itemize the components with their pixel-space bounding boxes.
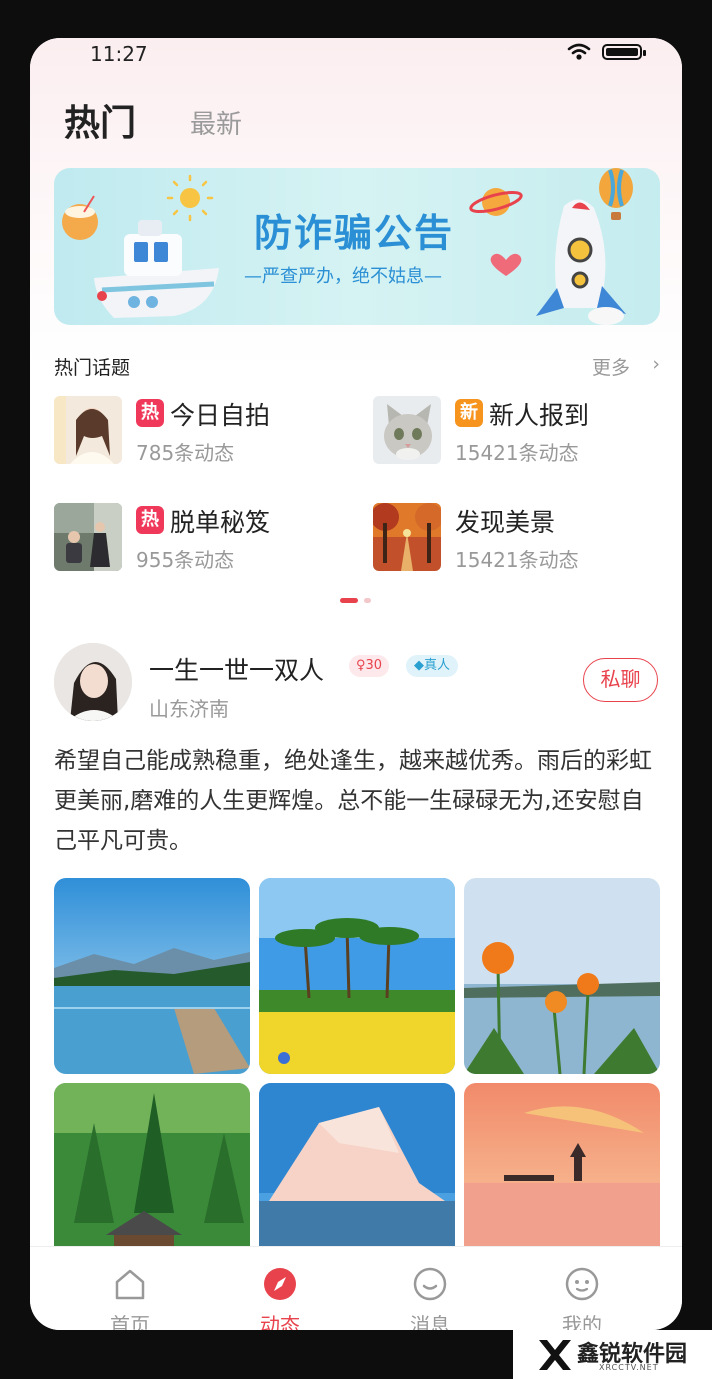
photo-lake-pier[interactable] (54, 878, 250, 1074)
hot-topics-title: 热门话题 (54, 357, 131, 379)
message-icon (413, 1267, 447, 1301)
sun-icon (166, 174, 214, 222)
topic-count: 955条动态 (136, 548, 235, 572)
status-bar: 11:27 (30, 38, 682, 72)
topic-name: 今日自拍 (170, 401, 271, 430)
tab-hot[interactable]: 热门 (64, 94, 136, 146)
banner-title: 防诈骗公告 (254, 211, 455, 255)
verified-label: 真人 (424, 658, 451, 673)
battery-icon (602, 44, 646, 60)
tab-moments[interactable]: 动态 (220, 1247, 340, 1330)
post-location: 山东济南 (149, 697, 229, 721)
pager-dot-active (340, 598, 358, 603)
coconut-icon (62, 195, 98, 240)
compass-icon (263, 1267, 297, 1301)
chevron-right-icon[interactable]: › (652, 353, 660, 375)
ship-icon (94, 220, 219, 318)
app-screen: 11:27 热门 最新 防诈骗公告 —严查严办，绝不姑息— 热门话题 更多 › … (30, 38, 682, 1330)
diamond-icon: ◆ (414, 658, 424, 673)
tab-messages[interactable]: 消息 (370, 1247, 490, 1330)
topic-item[interactable]: 新 新人报到 15421条动态 (373, 396, 673, 466)
topic-name: 新人报到 (489, 401, 590, 430)
tab-latest[interactable]: 最新 (190, 104, 242, 141)
profile-icon (565, 1267, 599, 1301)
tab-messages-label: 消息 (410, 1313, 450, 1330)
photo-palm-trees[interactable] (259, 878, 455, 1074)
female-icon: ♀ (356, 658, 366, 673)
topic-name: 脱单秘笈 (170, 508, 271, 537)
topic-thumbnail-autumn-road (373, 503, 441, 571)
pager-dot (364, 598, 371, 603)
home-icon (113, 1267, 147, 1301)
topic-thumbnail-selfie (54, 396, 122, 464)
hot-topics-header: 热门话题 更多 › (54, 351, 660, 381)
new-tag: 新 (455, 399, 483, 427)
private-chat-button[interactable]: 私聊 (583, 658, 658, 702)
more-link[interactable]: 更多 (592, 353, 630, 380)
watermark-subtitle: XRCCTV.NET (599, 1363, 659, 1372)
bottom-tab-bar: 首页 动态 消息 我的 (30, 1246, 682, 1330)
tab-home[interactable]: 首页 (70, 1247, 190, 1330)
anti-fraud-banner[interactable]: 防诈骗公告 —严查严办，绝不姑息— (54, 168, 660, 325)
tab-home-label: 首页 (110, 1313, 150, 1330)
topic-count: 15421条动态 (455, 548, 579, 572)
avatar[interactable] (54, 643, 132, 721)
planet-icon (469, 188, 523, 216)
hot-tag: 热 (136, 399, 164, 427)
topic-thumbnail-cat (373, 396, 441, 464)
tab-profile-label: 我的 (562, 1313, 602, 1330)
level-badge: ♀30 (349, 655, 390, 677)
topic-count: 15421条动态 (455, 441, 579, 465)
tab-moments-label: 动态 (260, 1313, 300, 1330)
status-time: 11:27 (90, 42, 148, 66)
photo-orange-flowers[interactable] (464, 878, 660, 1074)
verified-badge: ◆真人 (406, 655, 459, 677)
post-username[interactable]: 一生一世一双人 (149, 651, 324, 687)
topic-count: 785条动态 (136, 441, 235, 465)
topic-item[interactable]: 热 今日自拍 785条动态 (54, 396, 354, 466)
level-value: 30 (365, 658, 383, 673)
wifi-icon (567, 42, 591, 66)
watermark: 鑫锐软件园 XRCCTV.NET (513, 1330, 712, 1379)
hot-tag: 热 (136, 506, 164, 534)
post-text: 希望自己能成熟稳重，绝处逢生，越来越优秀。雨后的彩虹更美丽,磨难的人生更辉煌。总… (54, 748, 652, 854)
balloon-icon (599, 168, 633, 220)
topic-item[interactable]: 发现美景 15421条动态 (373, 503, 673, 573)
topic-thumbnail-couple (54, 503, 122, 571)
heart-icon (490, 253, 522, 276)
topic-item[interactable]: 热 脱单秘笈 955条动态 (54, 503, 354, 573)
phone-frame: 11:27 热门 最新 防诈骗公告 —严查严办，绝不姑息— 热门话题 更多 › … (0, 0, 712, 1379)
banner-subtitle: —严查严办，绝不姑息— (244, 266, 442, 287)
topic-name: 发现美景 (455, 508, 556, 537)
tab-profile[interactable]: 我的 (522, 1247, 642, 1330)
watermark-logo (535, 1336, 573, 1378)
